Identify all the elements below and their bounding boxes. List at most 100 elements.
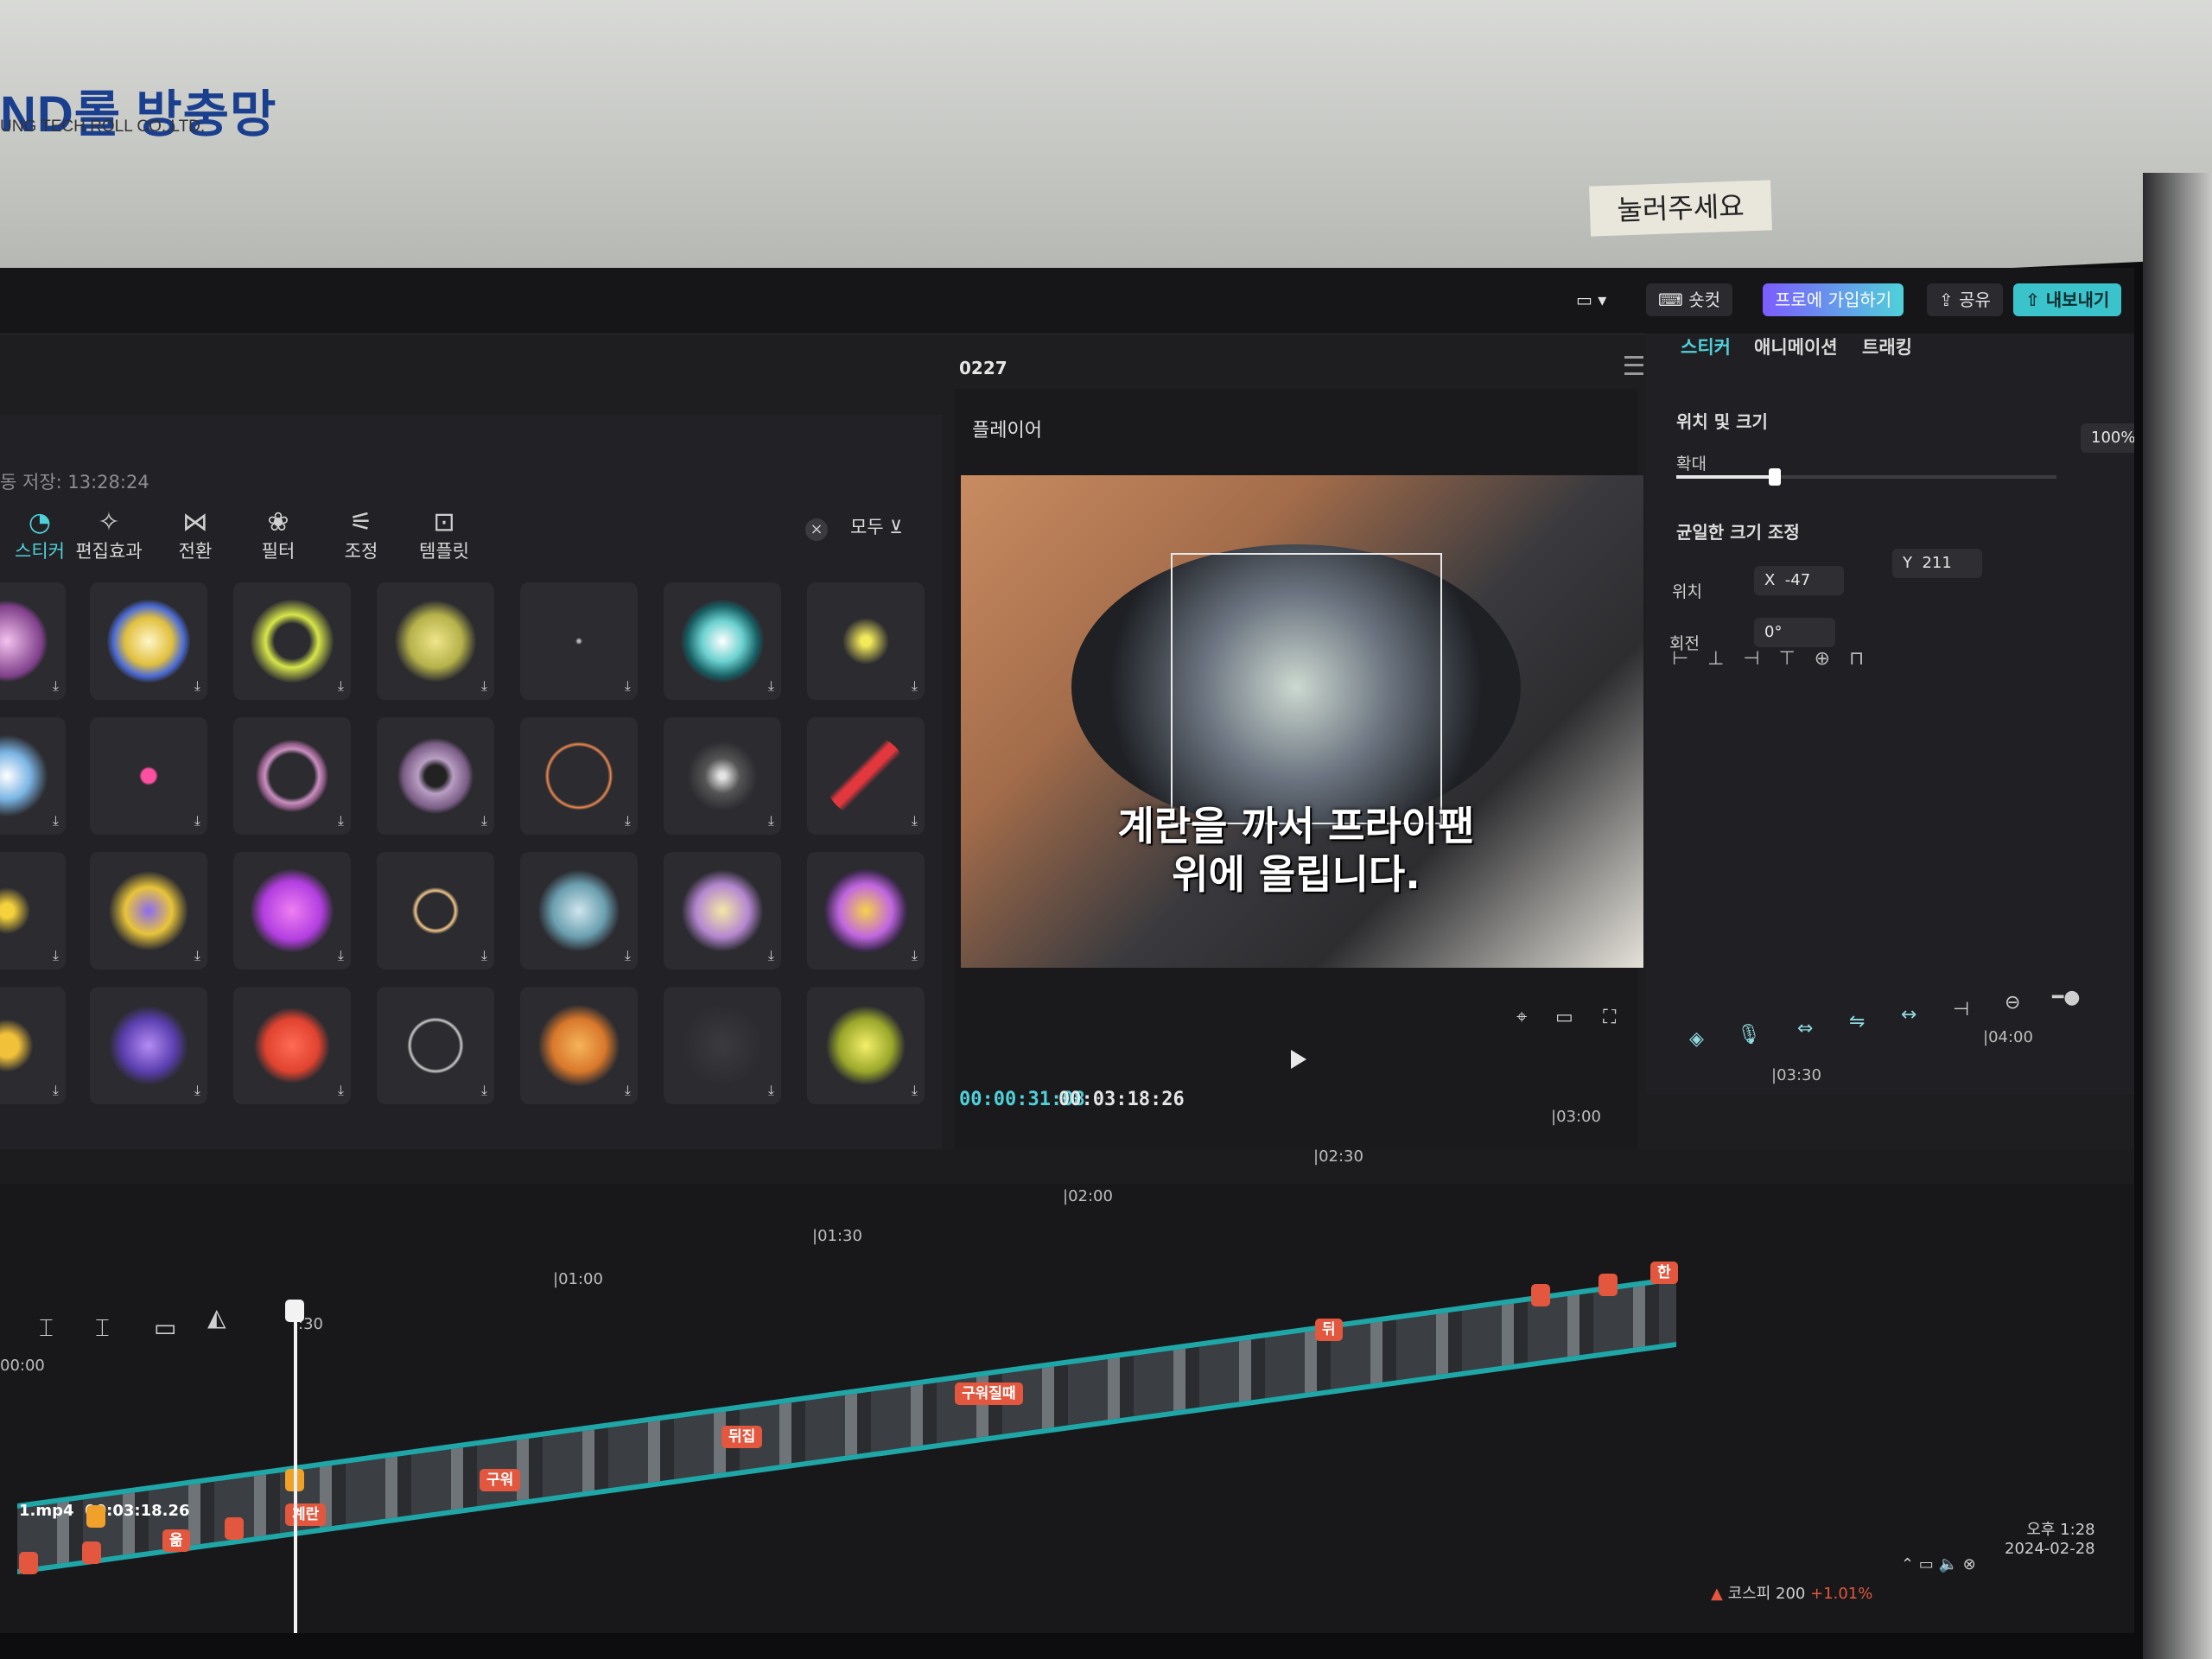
link-icon[interactable]: ⇔: [1797, 1018, 1813, 1039]
sticker-tile[interactable]: ⤓: [233, 582, 351, 700]
playhead-handle[interactable]: [285, 1300, 304, 1322]
sticker-selection-box[interactable]: [1171, 553, 1442, 824]
scale-slider[interactable]: [1676, 468, 2056, 486]
playhead[interactable]: [294, 1305, 297, 1633]
download-icon[interactable]: ⤓: [768, 812, 774, 830]
download-icon[interactable]: ⤓: [338, 947, 344, 964]
tab-filter[interactable]: ❀ 필터: [238, 508, 318, 563]
download-icon[interactable]: ⤓: [338, 1082, 344, 1099]
marker-add-icon[interactable]: ◈: [1689, 1028, 1704, 1050]
stock-widget[interactable]: ▲ 코스피 200 +1.01%: [1711, 1581, 1872, 1604]
download-icon[interactable]: ⤓: [481, 1082, 487, 1099]
sticker-tile[interactable]: ⤓: [90, 582, 207, 700]
position-y-field[interactable]: Y 211: [1892, 549, 1982, 578]
tab-effects[interactable]: ✧ 편집효과: [69, 508, 149, 563]
sticker-tile[interactable]: ⤓: [664, 987, 781, 1104]
scale-slider-knob[interactable]: [1769, 468, 1782, 486]
sticker-tile[interactable]: ⤓: [520, 582, 638, 700]
timeline-marker[interactable]: 한: [1650, 1262, 1678, 1284]
split-right-icon[interactable]: ⌶: [95, 1313, 110, 1343]
tray-icons[interactable]: ⌃ ▭ 🔈 ⊗: [1901, 1555, 1976, 1573]
split-icon[interactable]: ⊣: [1953, 999, 1969, 1020]
download-icon[interactable]: ⤓: [194, 947, 200, 964]
sticker-tile[interactable]: ⤓: [0, 582, 66, 700]
rotation-field[interactable]: 0°: [1754, 618, 1835, 647]
sticker-tile[interactable]: ⤓: [377, 582, 494, 700]
sticker-tile[interactable]: ⤓: [233, 717, 351, 835]
filter-all-button[interactable]: 모두 ⊻: [850, 513, 903, 539]
download-icon[interactable]: ⤓: [481, 947, 487, 964]
sticker-tile[interactable]: ⤓: [233, 852, 351, 969]
timeline-ruler[interactable]: [0, 1149, 2134, 1184]
timeline-marker-dot[interactable]: [1531, 1284, 1550, 1306]
timeline-marker[interactable]: 구워질때: [955, 1382, 1023, 1405]
download-icon[interactable]: ⤓: [625, 947, 631, 964]
download-icon[interactable]: ⤓: [53, 812, 59, 830]
download-icon[interactable]: ⤓: [194, 812, 200, 830]
download-icon[interactable]: ⤓: [768, 947, 774, 964]
zoom-slider[interactable]: ━●: [2052, 987, 2080, 1008]
clock[interactable]: 오후 1:28 2024-02-28: [2005, 1517, 2095, 1558]
sticker-tile[interactable]: ⤓: [377, 987, 494, 1104]
sticker-tile[interactable]: ⤓: [520, 717, 638, 835]
menu-icon[interactable]: [1624, 356, 1643, 375]
sticker-tile[interactable]: ⤓: [377, 852, 494, 969]
timeline-marker-dot[interactable]: [1599, 1274, 1618, 1296]
tab-props-sticker[interactable]: 스티커: [1681, 334, 1731, 359]
snap-icon[interactable]: ⇋: [1849, 1011, 1865, 1033]
sticker-tile[interactable]: ⤓: [377, 717, 494, 835]
sticker-tile[interactable]: ⤓: [807, 987, 925, 1104]
sticker-tile[interactable]: ⤓: [664, 852, 781, 969]
alignment-toolbar[interactable]: ⊢⊥⊣⊤⊕⊓: [1672, 648, 1883, 670]
ratio-icon[interactable]: ▭: [1555, 1007, 1573, 1028]
sticker-tile[interactable]: ⤓: [233, 987, 351, 1104]
sticker-tile[interactable]: ⤓: [520, 987, 638, 1104]
timeline-marker[interactable]: 구워: [480, 1469, 521, 1491]
tab-template[interactable]: ⊡ 템플릿: [404, 508, 484, 563]
tab-adjust[interactable]: ⚟ 조정: [321, 508, 401, 563]
scale-value[interactable]: 100%: [2081, 423, 2134, 453]
download-icon[interactable]: ⤓: [194, 677, 200, 695]
delete-icon[interactable]: ▭: [154, 1313, 176, 1342]
preview-axis-icon[interactable]: ↔: [1901, 1004, 1916, 1026]
sticker-tile[interactable]: ⤓: [520, 852, 638, 969]
download-icon[interactable]: ⤓: [768, 1082, 774, 1099]
play-icon[interactable]: [1291, 1050, 1306, 1069]
video-caption[interactable]: 계란을 까서 프라이팬 위에 올립니다.: [1080, 802, 1512, 899]
download-icon[interactable]: ⤓: [338, 677, 344, 695]
sticker-tile[interactable]: ⤓: [0, 852, 66, 969]
timeline-marker-dot[interactable]: [86, 1505, 105, 1528]
download-icon[interactable]: ⤓: [768, 677, 774, 695]
tab-sticker[interactable]: ◔ 스티커: [0, 508, 79, 563]
timeline-marker-dot[interactable]: [225, 1517, 244, 1540]
download-icon[interactable]: ⤓: [625, 812, 631, 830]
share-button[interactable]: ⇪ 공유: [1927, 283, 2003, 316]
download-icon[interactable]: ⤓: [481, 812, 487, 830]
layout-icon[interactable]: ▭ ▾: [1564, 283, 1618, 316]
tab-transition[interactable]: ⋈ 전환: [156, 508, 235, 563]
zoom-out-icon[interactable]: ⊖: [2005, 992, 2020, 1014]
fit-icon[interactable]: ⌖: [1516, 1007, 1527, 1028]
sticker-tile[interactable]: ⤓: [0, 717, 66, 835]
tab-props-animation[interactable]: 애니메이션: [1754, 334, 1838, 359]
timeline-marker-dot[interactable]: [82, 1541, 101, 1564]
sticker-tile[interactable]: ⤓: [807, 852, 925, 969]
download-icon[interactable]: ⤓: [338, 812, 344, 830]
mirror-icon[interactable]: ◭: [207, 1303, 226, 1332]
download-icon[interactable]: ⤓: [912, 947, 918, 964]
shortcut-button[interactable]: ⌨ 숏컷: [1646, 283, 1733, 316]
microphone-icon[interactable]: 🎙: [1737, 1024, 1761, 1046]
download-icon[interactable]: ⤓: [194, 1082, 200, 1099]
download-icon[interactable]: ⤓: [912, 1082, 918, 1099]
timeline-marker-dot[interactable]: [19, 1552, 38, 1574]
download-icon[interactable]: ⤓: [53, 677, 59, 695]
timeline-marker[interactable]: 계란: [285, 1503, 327, 1526]
timeline-marker[interactable]: 뒤: [1315, 1319, 1343, 1341]
split-left-icon[interactable]: ⌶: [39, 1313, 54, 1343]
tab-props-tracking[interactable]: 트래킹: [1862, 334, 1912, 359]
position-x-field[interactable]: X -47: [1754, 566, 1844, 595]
sticker-tile[interactable]: ⤓: [90, 987, 207, 1104]
sticker-tile[interactable]: ⤓: [0, 987, 66, 1104]
download-icon[interactable]: ⤓: [912, 677, 918, 695]
download-icon[interactable]: ⤓: [481, 677, 487, 695]
